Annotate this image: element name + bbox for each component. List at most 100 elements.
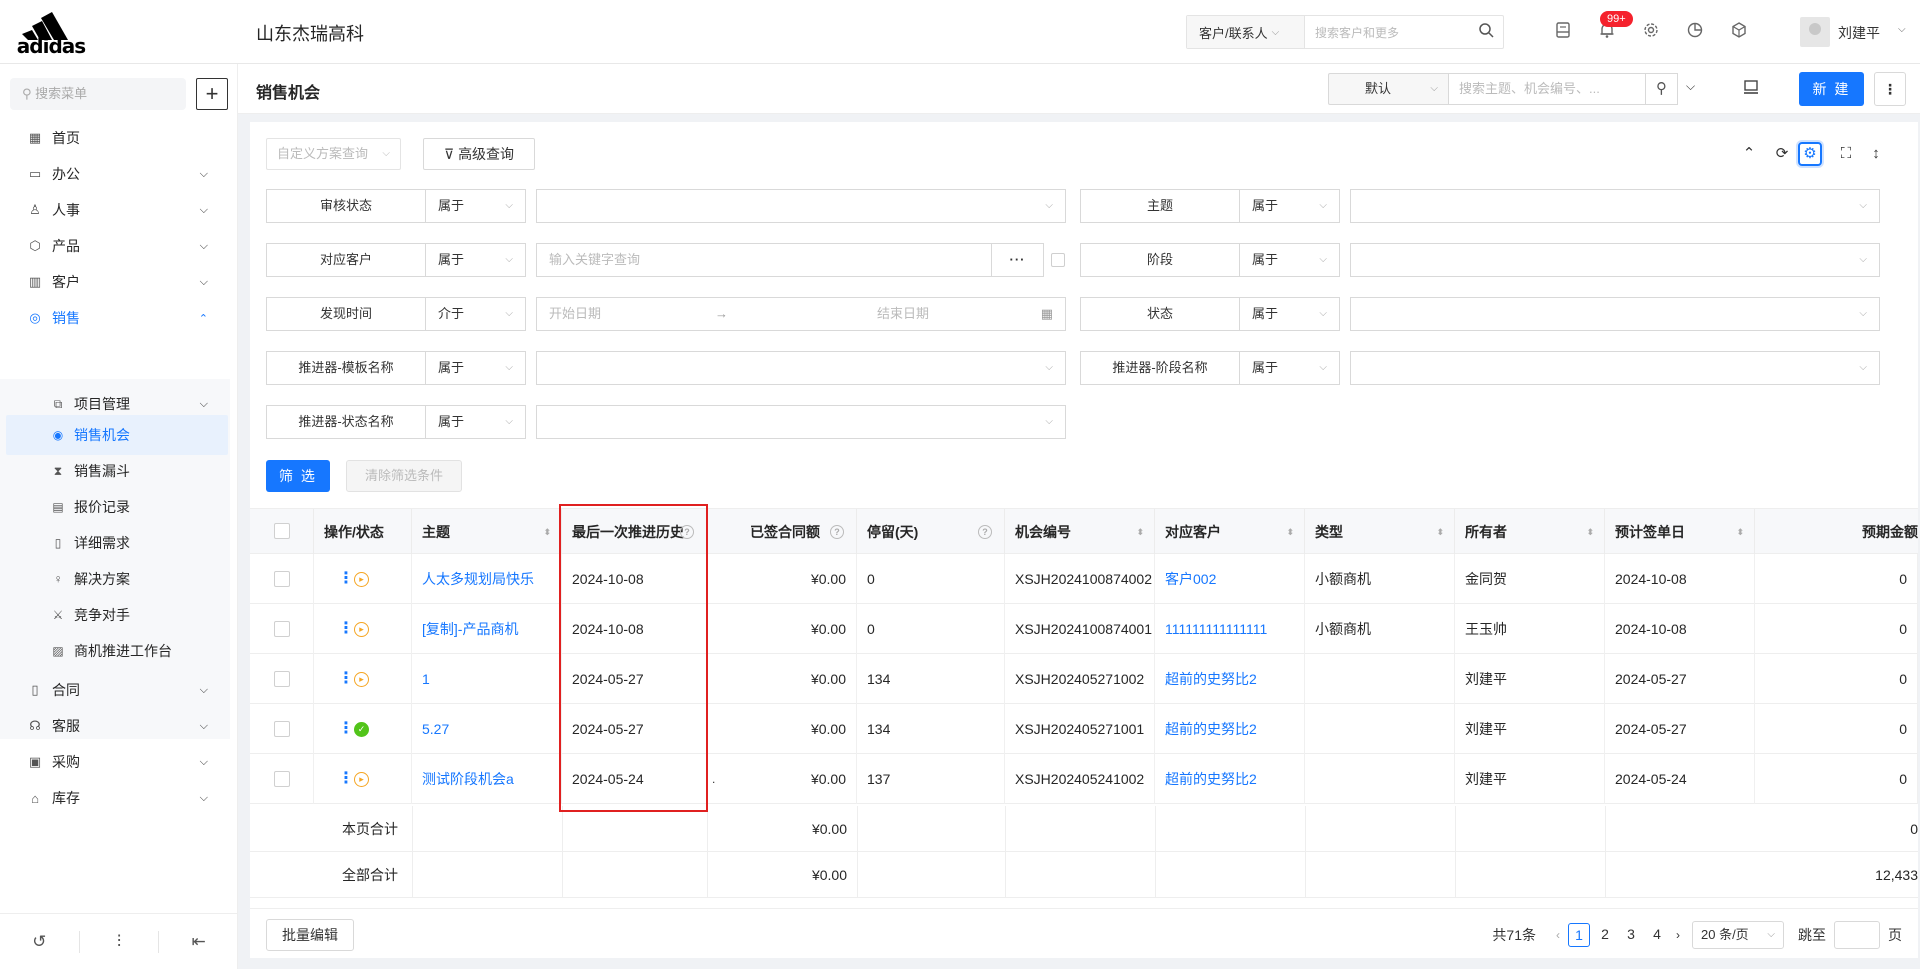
column-header[interactable]: 最后一次推进历史?: [562, 509, 707, 555]
cell-customer[interactable]: 超前的史努比2: [1155, 704, 1305, 754]
next-page-icon[interactable]: ›: [1676, 928, 1680, 942]
history-icon[interactable]: ↺: [0, 932, 79, 952]
sidebar-item-solutions[interactable]: ♀ 解决方案: [0, 559, 230, 599]
filter-value-select[interactable]: ⌵: [536, 189, 1066, 223]
column-header[interactable]: 预计签单日 ⬍: [1605, 509, 1755, 555]
column-header[interactable]: 已签合同额?: [707, 509, 857, 555]
search-scope-select[interactable]: 客户/联系人 ⌵: [1187, 16, 1305, 48]
column-header[interactable]: 预期金额: [1755, 509, 1918, 555]
global-search-input[interactable]: 搜索客户和更多: [1305, 24, 1469, 41]
select-all-checkbox[interactable]: [274, 523, 290, 539]
row-checkbox[interactable]: [274, 621, 290, 637]
apply-filter-button[interactable]: 筛 选: [266, 460, 330, 492]
settings-icon[interactable]: ⚙: [1798, 142, 1822, 166]
search-icon[interactable]: ⚲: [1646, 73, 1678, 105]
table-row[interactable]: ⋮ ✓ 5.27 2024-05-27 ¥0.00 134 XSJH2024052710​0…: [250, 704, 1918, 754]
filter-operator-select[interactable]: 介于 ⌵: [426, 297, 526, 331]
sidebar-item-inventory[interactable]: ⌂ 库存 ⌵: [0, 778, 238, 818]
sidebar-item-requirements[interactable]: ▯ 详细需求: [0, 523, 230, 563]
fullscreen-icon[interactable]: ⛶: [1834, 142, 1858, 166]
collapse-menu-icon[interactable]: ⇤: [159, 932, 238, 952]
more-actions-icon[interactable]: ⋮: [338, 654, 354, 704]
column-header[interactable]: 机会编号 ⬍: [1005, 509, 1155, 555]
help-icon[interactable]: ?: [978, 525, 992, 539]
sort-icon[interactable]: ⬍: [1736, 509, 1744, 555]
advanced-query-button[interactable]: ⊽ 高级查询: [423, 138, 535, 170]
help-icon[interactable]: ?: [830, 525, 844, 539]
sort-icon[interactable]: ⬍: [543, 509, 551, 555]
gear-icon[interactable]: [1640, 21, 1662, 43]
filter-operator-select[interactable]: 属于 ⌵: [426, 243, 526, 277]
column-header[interactable]: 对应客户 ⬍: [1155, 509, 1305, 555]
page-4[interactable]: 4: [1646, 923, 1668, 947]
sort-icon[interactable]: ⬍: [1136, 509, 1144, 555]
row-height-icon[interactable]: ↕: [1864, 142, 1888, 166]
monitor-icon[interactable]: [1742, 78, 1760, 101]
filter-value-select[interactable]: ⌵: [1350, 189, 1880, 223]
sidebar-item-service[interactable]: ☊ 客服 ⌵: [0, 706, 238, 746]
sidebar-item-sales[interactable]: ◎ 销售 ⌃: [0, 298, 238, 338]
add-menu-button[interactable]: +: [196, 78, 228, 110]
sidebar-item-workbench[interactable]: ▨ 商机推进工作台: [0, 631, 230, 671]
view-select[interactable]: 默认 ⌵: [1328, 73, 1448, 105]
filter-value-select[interactable]: ⌵: [1350, 297, 1880, 331]
filter-value-select[interactable]: ⌵: [536, 351, 1066, 385]
column-header[interactable]: 停留(天)?: [857, 509, 1005, 555]
customer-filter-checkbox[interactable]: [1051, 253, 1065, 267]
more-actions-icon[interactable]: ⋮: [338, 704, 354, 754]
more-actions-icon[interactable]: ⋮: [338, 754, 354, 804]
sort-icon[interactable]: ⬍: [1436, 509, 1444, 555]
sliders-icon[interactable]: ⫶: [80, 932, 159, 952]
page-1[interactable]: 1: [1568, 923, 1590, 947]
filter-operator-select[interactable]: 属于 ⌵: [1240, 189, 1340, 223]
filter-value-select[interactable]: ⌵: [1350, 243, 1880, 277]
expand-search-icon[interactable]: ⌵: [1686, 79, 1695, 94]
list-search-input[interactable]: 搜索主题、机会编号、...: [1448, 73, 1646, 105]
sidebar-item-quotes[interactable]: ▤ 报价记录: [0, 487, 230, 527]
page-size-select[interactable]: 20 条/页 ⌵: [1692, 921, 1784, 949]
table-row[interactable]: ⋮ ▸ [复制]-产品商机 2024-10-08 ¥0.00 0 XSJH202410087…: [250, 604, 1918, 654]
prev-page-icon[interactable]: ‹: [1556, 928, 1560, 942]
more-actions-button[interactable]: ⋮: [1874, 72, 1906, 106]
refresh-icon[interactable]: ⟳: [1770, 142, 1794, 166]
cell-subject[interactable]: 5.27: [412, 704, 562, 754]
sidebar-item-home[interactable]: ▦ 首页: [0, 118, 238, 158]
sidebar-item-hr[interactable]: ♙ 人事 ⌵: [0, 190, 238, 230]
filter-operator-select[interactable]: 属于 ⌵: [1240, 351, 1340, 385]
more-actions-icon[interactable]: ⋮: [338, 554, 354, 604]
help-icon[interactable]: ?: [680, 525, 694, 539]
filter-operator-select[interactable]: 属于 ⌵: [1240, 297, 1340, 331]
page-3[interactable]: 3: [1620, 923, 1642, 947]
cell-subject[interactable]: 人太多规划局快乐: [412, 554, 562, 604]
row-checkbox[interactable]: [274, 571, 290, 587]
clear-filter-button[interactable]: 清除筛选条件: [346, 460, 462, 492]
sidebar-item-product[interactable]: ⬡ 产品 ⌵: [0, 226, 238, 266]
more-dots-button[interactable]: ···: [991, 244, 1043, 276]
preset-query-select[interactable]: 自定义方案查询 ⌵: [266, 138, 401, 170]
cell-subject[interactable]: [复制]-产品商机: [412, 604, 562, 654]
filter-value-select[interactable]: ⌵: [1350, 351, 1880, 385]
column-header[interactable]: 类型 ⬍: [1305, 509, 1455, 555]
sidebar-item-competitors[interactable]: ⚔ 竞争对手: [0, 595, 230, 635]
sidebar-item-funnel[interactable]: ⧗ 销售漏斗: [0, 451, 230, 491]
table-row[interactable]: ⋮ ▸ 测试阶段机会a 2024-05-24 ¥0.00 137 XSJH202405241…: [250, 754, 1918, 804]
sidebar-item-opportunity[interactable]: ◉ 销售机会: [6, 415, 228, 455]
column-header[interactable]: 所有者 ⬍: [1455, 509, 1605, 555]
table-row[interactable]: ⋮ ▸ 人太多规划局快乐 2024-10-08 ¥0.00 0 XSJH2024100874…: [250, 554, 1918, 604]
username[interactable]: 刘建平: [1838, 23, 1880, 43]
cell-customer[interactable]: 客户002: [1155, 554, 1305, 604]
cell-subject[interactable]: 测试阶段机会a: [412, 754, 562, 804]
page-2[interactable]: 2: [1594, 923, 1616, 947]
jump-page-input[interactable]: [1834, 921, 1880, 949]
sort-icon[interactable]: ⬍: [1586, 509, 1594, 555]
cell-subject[interactable]: 1: [412, 654, 562, 704]
sidebar-item-office[interactable]: ▭ 办公 ⌵: [0, 154, 238, 194]
collapse-up-icon[interactable]: ⌃: [1737, 142, 1761, 166]
row-checkbox[interactable]: [274, 771, 290, 787]
new-button[interactable]: 新 建: [1799, 72, 1864, 106]
table-row[interactable]: ⋮ ▸ 1 2024-05-27 ¥0.00 134 XSJH2024052710​02 超前…: [250, 654, 1918, 704]
more-actions-icon[interactable]: ⋮: [338, 604, 354, 654]
filter-operator-select[interactable]: 属于 ⌵: [1240, 243, 1340, 277]
sidebar-item-purchase[interactable]: ▣ 采购 ⌵: [0, 742, 238, 782]
avatar[interactable]: [1800, 17, 1830, 47]
